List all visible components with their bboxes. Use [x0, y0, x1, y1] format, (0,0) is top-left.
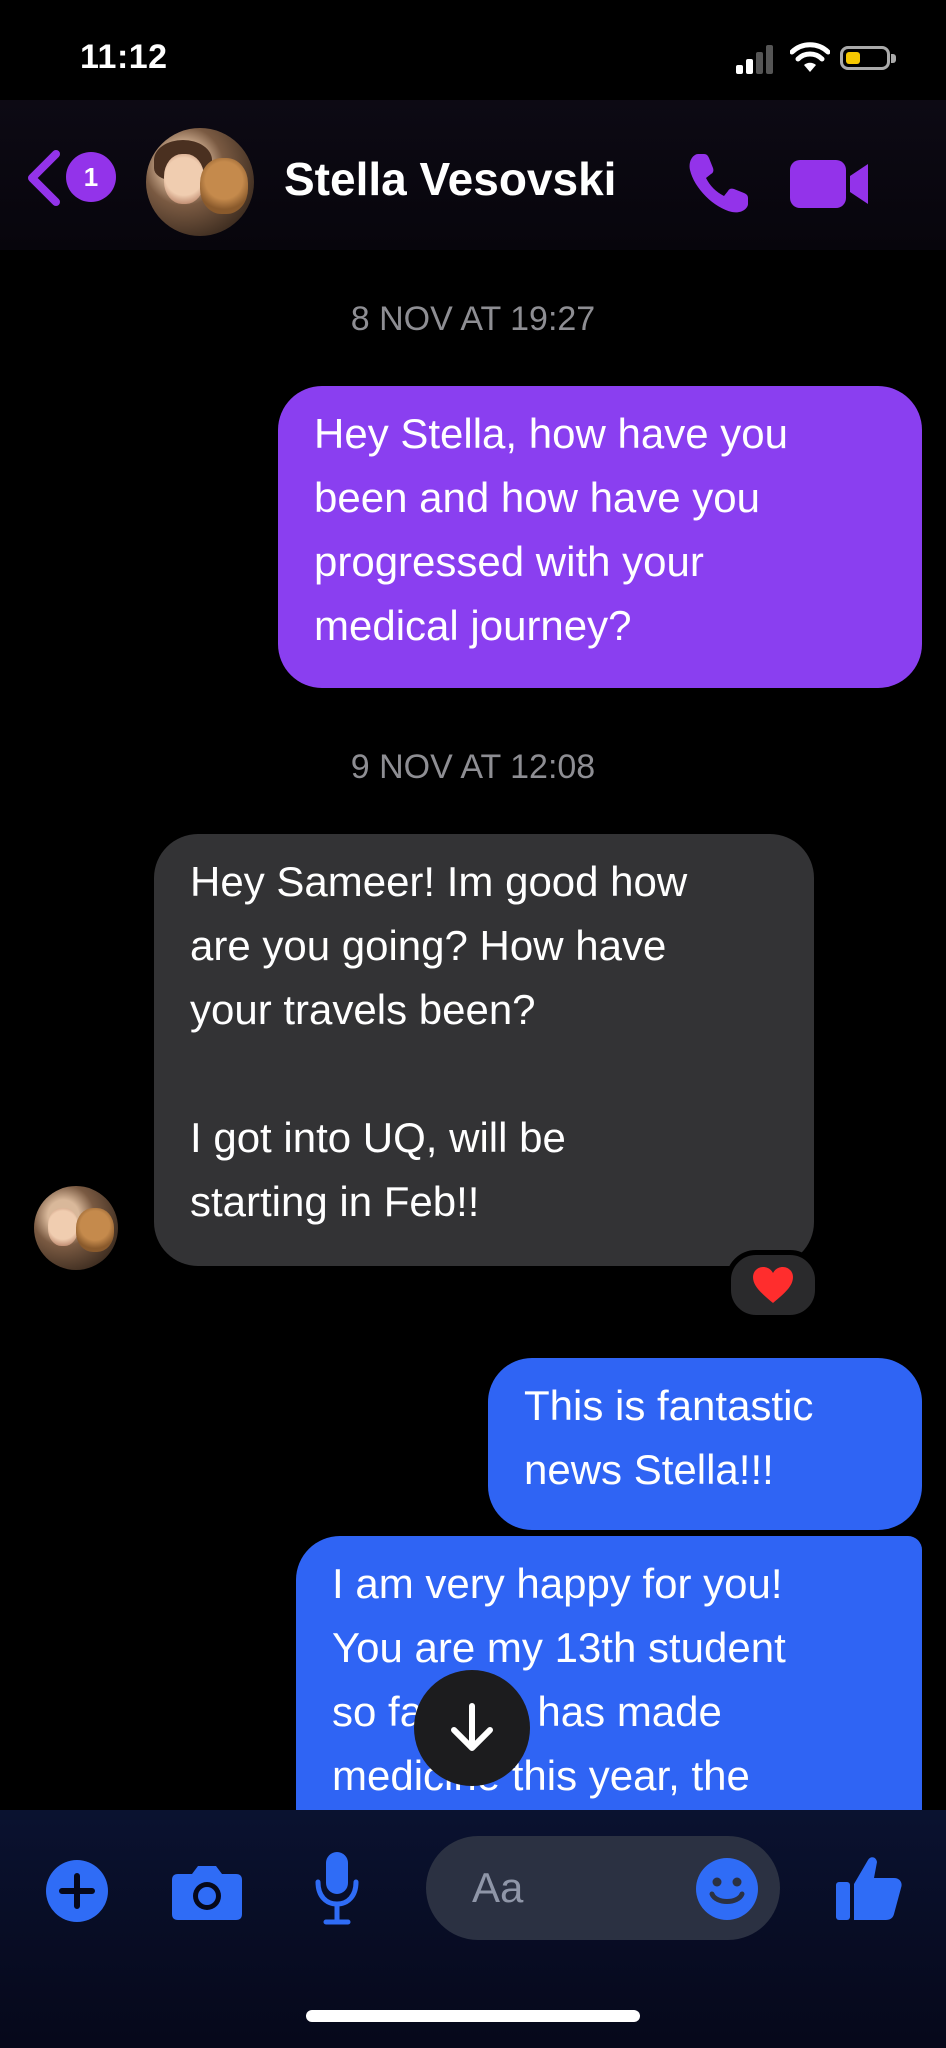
camera-icon[interactable]: [170, 1862, 244, 1922]
home-indicator[interactable]: [306, 2010, 640, 2022]
arrow-down-icon: [451, 1703, 493, 1751]
emoji-icon[interactable]: [694, 1856, 760, 1922]
battery-icon: [840, 46, 896, 70]
sent-message-bubble[interactable]: Hey Stella, how have you been and how ha…: [278, 386, 922, 688]
phone-icon[interactable]: [684, 148, 754, 218]
sent-message-bubble[interactable]: I am very happy for you! You are my 13th…: [296, 1536, 922, 1836]
message-line: progressed with your: [314, 538, 704, 585]
contact-avatar[interactable]: [146, 128, 254, 236]
message-line: been and how have you: [314, 474, 761, 521]
message-line: This is fantastic: [524, 1382, 814, 1429]
scroll-to-bottom-button[interactable]: [414, 1670, 530, 1786]
message-line: Hey Sameer! Im good how: [190, 858, 688, 905]
cellular-signal-icon: [736, 44, 776, 74]
message-line: medicine this year, the: [332, 1752, 750, 1799]
sender-avatar[interactable]: [34, 1186, 118, 1270]
message-line: Hey Stella, how have you: [314, 410, 788, 457]
message-line: I am very happy for you!: [332, 1560, 783, 1607]
back-chevron-icon[interactable]: [24, 148, 64, 208]
heart-icon: [753, 1267, 793, 1303]
plus-icon[interactable]: [44, 1858, 110, 1924]
timestamp: 8 NOV AT 19:27: [350, 300, 596, 338]
video-camera-icon[interactable]: [788, 158, 872, 210]
message-line: are you going? How have: [190, 922, 667, 969]
contact-name[interactable]: Stella Vesovski: [284, 152, 616, 206]
message-input-placeholder: Aa: [472, 1864, 524, 1911]
thumbs-up-icon[interactable]: [834, 1852, 904, 1924]
unread-badge[interactable]: 1: [66, 152, 116, 202]
message-line: medical journey?: [314, 602, 632, 649]
message-line: [190, 1042, 778, 1106]
message-input[interactable]: Aa: [426, 1836, 780, 1940]
message-line: I got into UQ, will be: [190, 1114, 566, 1161]
message-line: You are my 13th student: [332, 1624, 786, 1671]
microphone-icon[interactable]: [314, 1850, 360, 1926]
message-line: your travels been?: [190, 986, 536, 1033]
sent-message-bubble[interactable]: This is fantastic news Stella!!!: [488, 1358, 922, 1530]
heart-reaction[interactable]: [726, 1250, 820, 1320]
wifi-icon: [790, 42, 830, 72]
message-line: news Stella!!!: [524, 1446, 774, 1493]
status-time: 11:12: [80, 38, 168, 76]
received-message-bubble[interactable]: Hey Sameer! Im good how are you going? H…: [154, 834, 814, 1266]
timestamp: 9 NOV AT 12:08: [350, 748, 596, 786]
message-line: starting in Feb!!: [190, 1178, 480, 1225]
